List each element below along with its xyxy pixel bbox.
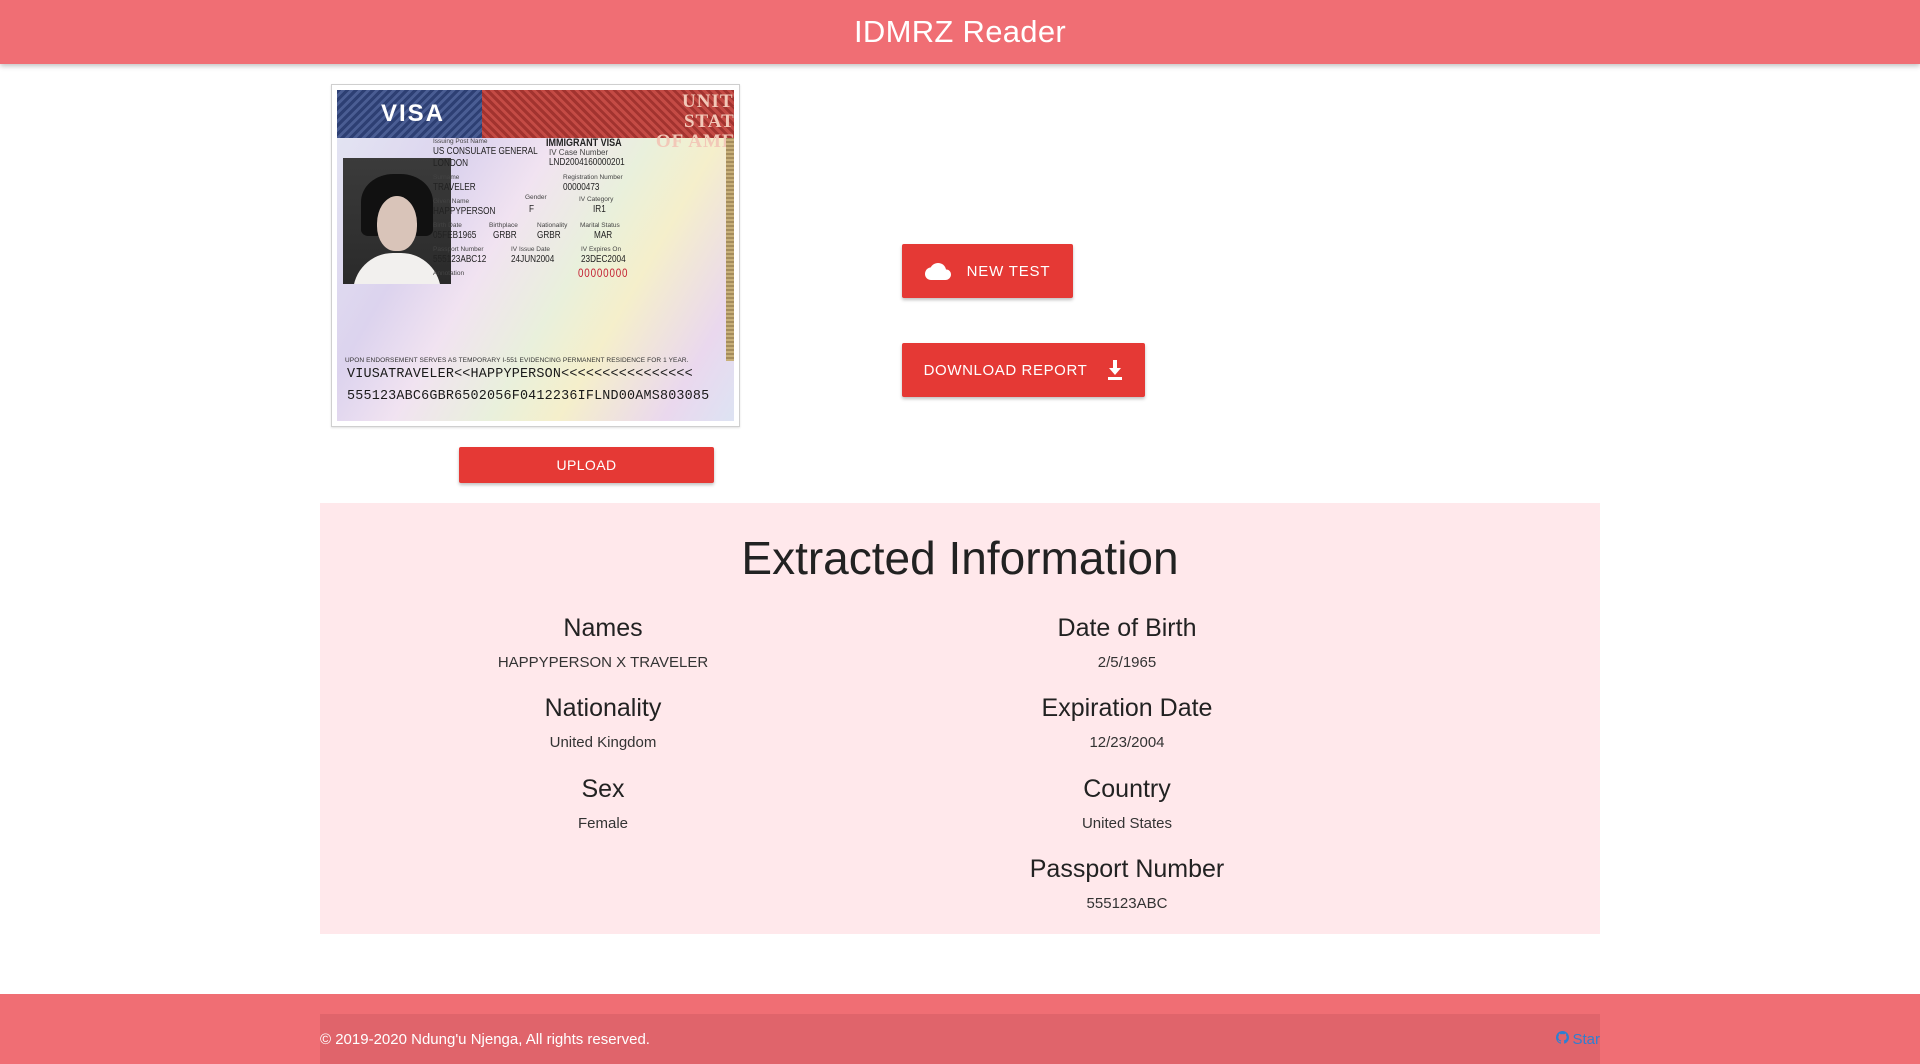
field-value: Female	[577, 815, 629, 832]
star-label: Star	[1572, 1031, 1600, 1048]
visa-gender: Gender F	[525, 194, 547, 215]
download-report-button[interactable]: DOWNLOAD REPORT	[902, 343, 1145, 397]
field-date-of-birth: Date of Birth 2/5/1965	[867, 613, 1387, 673]
mrz-line-1: VIUSATRAVELER<<HAPPYPERSON<<<<<<<<<<<<<<…	[347, 367, 693, 382]
visa-document-image: VISA UNITED STATES OF AMERICA Issuing Po…	[337, 90, 734, 421]
new-test-label: NEW TEST	[966, 262, 1051, 280]
field-country: Country United States	[867, 774, 1387, 834]
visa-endorsement-note: UPON ENDORSEMENT SERVES AS TEMPORARY I-5…	[345, 357, 689, 364]
github-icon	[1556, 1031, 1570, 1048]
visa-edge-pattern	[726, 138, 734, 361]
visa-birth-date: Birth Date 05FEB1965	[433, 222, 477, 241]
field-label: Passport Number	[1029, 855, 1225, 883]
visa-surname: Surname TRAVELER	[433, 174, 476, 193]
github-star-link[interactable]: Star	[1556, 1031, 1600, 1048]
cloud-icon	[924, 262, 951, 280]
visa-birthplace: Birthplace GRBR	[489, 222, 518, 241]
visa-passport-number: Passport Number 555123ABC12	[433, 246, 487, 265]
field-label: Expiration Date	[1041, 694, 1213, 722]
app-header: IDMRZ Reader	[0, 0, 1920, 64]
field-label: Date of Birth	[1057, 614, 1197, 642]
visa-marital-status: Marital Status MAR	[580, 222, 620, 241]
field-label: Nationality	[544, 694, 662, 722]
new-test-button[interactable]: NEW TEST	[902, 244, 1073, 298]
extracted-information-panel: Extracted Information Names HAPPYPERSON …	[320, 503, 1600, 934]
extracted-information-title: Extracted Information	[741, 532, 1179, 584]
mrz-line-2: 555123ABC6GBR6502056F0412236IFLND00AMS80…	[347, 389, 710, 404]
field-value: 12/23/2004	[1089, 734, 1165, 751]
visa-country-heading: UNITED STATES OF AMERICA	[655, 91, 734, 152]
visa-image-preview: VISA UNITED STATES OF AMERICA Issuing Po…	[331, 84, 740, 427]
field-expiration-date: Expiration Date 12/23/2004	[867, 693, 1387, 753]
visa-category: IV Category IR1	[579, 196, 614, 215]
field-label: Country	[1083, 775, 1171, 803]
visa-issue-date: IV Issue Date 24JUN2004	[511, 246, 555, 265]
field-label: Names	[563, 614, 643, 642]
copyright-text: © 2019-2020 Ndung'u Njenga, All rights r…	[320, 1031, 650, 1048]
visa-banner-left: VISA	[337, 90, 482, 138]
field-value: United Kingdom	[549, 734, 657, 751]
field-value: 555123ABC	[1086, 895, 1168, 912]
field-nationality: Nationality United Kingdom	[343, 693, 863, 753]
visa-annotation: Annotation	[433, 270, 465, 277]
visa-word: VISA	[381, 100, 446, 127]
field-label: Sex	[581, 775, 625, 803]
download-icon	[1107, 360, 1123, 380]
field-passport-number: Passport Number 555123ABC	[867, 854, 1387, 914]
page-footer: © 2019-2020 Ndung'u Njenga, All rights r…	[0, 994, 1920, 1064]
visa-expires-on: IV Expires On 23DEC2004	[581, 246, 626, 265]
app-title: IDMRZ Reader	[853, 14, 1067, 49]
visa-issuing-post: Issuing Post Name US CONSULATE GENERAL L…	[433, 138, 538, 169]
visa-nationality: Nationality GRBR	[537, 222, 568, 241]
visa-given-name: Given Name HAPPYPERSON	[433, 198, 496, 217]
visa-banner-right: UNITED STATES OF AMERICA	[482, 90, 734, 152]
field-names: Names HAPPYPERSON X TRAVELER	[343, 613, 863, 673]
visa-registration: Registration Number 00000473	[563, 174, 623, 193]
visa-case-number: IV Case Number LND2004160000201	[549, 148, 625, 169]
field-sex: Sex Female	[343, 774, 863, 834]
footer-bar: © 2019-2020 Ndung'u Njenga, All rights r…	[320, 1014, 1600, 1064]
upload-button[interactable]: UPLOAD	[459, 447, 714, 483]
download-report-label: DOWNLOAD REPORT	[923, 361, 1088, 379]
field-value: United States	[1081, 815, 1173, 832]
field-value: HAPPYPERSON X TRAVELER	[497, 654, 709, 671]
visa-control-number: 00000000	[578, 266, 629, 280]
field-value: 2/5/1965	[1097, 654, 1157, 671]
